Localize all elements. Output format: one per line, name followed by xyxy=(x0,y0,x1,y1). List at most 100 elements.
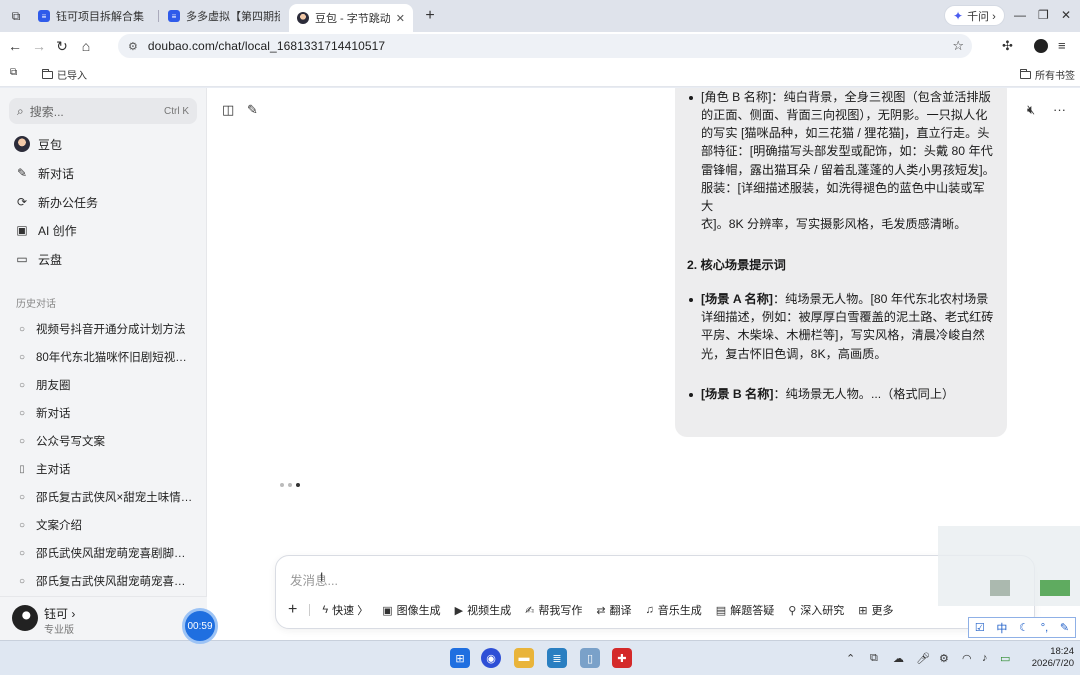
search-shortcut: Ctrl K xyxy=(164,105,189,117)
message-input[interactable]: 发消息... xyxy=(290,570,338,589)
home-icon[interactable]: ⌂ xyxy=(77,37,95,55)
red-app-icon[interactable]: ✚ xyxy=(612,648,632,668)
microphone-icon[interactable]: 🎤︎ xyxy=(916,652,930,665)
sidebar-item-cloud-drive[interactable]: ▭ 云盘 xyxy=(14,248,62,270)
history-title: 历史对话 xyxy=(16,299,56,310)
tab-2[interactable]: ≡ 多多虚拟【第四期招募】 xyxy=(160,4,288,28)
quick-mode-button[interactable]: ϟ 快速 〉 xyxy=(322,602,368,618)
back-icon[interactable]: ← xyxy=(6,37,24,55)
translate-button[interactable]: ⇄ 翻译 xyxy=(596,602,631,618)
sidebar-item-new-chat[interactable]: ✎ 新对话 xyxy=(14,162,74,184)
chat-bubble-icon: ○ xyxy=(18,379,26,391)
tab-switch-icon[interactable]: ⧉ xyxy=(10,67,17,78)
new-tab-button[interactable]: + xyxy=(420,6,440,26)
bullet-dot xyxy=(689,393,693,397)
sidebar-toggle-icon[interactable]: ◫ xyxy=(222,102,234,118)
history-item[interactable]: ○ 朋友圈 xyxy=(16,375,196,395)
mute-icon[interactable]: 🔇︎ xyxy=(1027,102,1035,118)
ime-punct-icon[interactable]: °, xyxy=(1041,622,1048,634)
tab-3-active[interactable]: 豆包 - 字节跳动旗下 ✕ xyxy=(289,4,413,32)
phone-app-icon[interactable]: ▯ xyxy=(580,648,600,668)
add-attachment-button[interactable]: + xyxy=(288,601,297,619)
image-gen-button[interactable]: ▣ 图像生成 xyxy=(382,602,440,618)
more-options-icon[interactable]: ··· xyxy=(1053,102,1066,117)
bookmark-imported[interactable]: 已导入 xyxy=(42,67,87,82)
sidebar: ⌕ 搜索... Ctrl K 豆包 ✎ 新对话 ⟳ 新办公任务 ▣ AI 创作 … xyxy=(0,88,207,640)
battery-icon[interactable]: ▭ xyxy=(1000,652,1010,665)
doubao-avatar-icon xyxy=(14,136,30,152)
text-cursor-icon: I xyxy=(320,570,324,584)
qianwen-ask-button[interactable]: ✦ 千问 › xyxy=(944,5,1005,26)
recording-timer-badge[interactable]: 00:59 xyxy=(182,608,218,644)
tab-1[interactable]: ≡ 钰可项目拆解合集【每日 xyxy=(30,4,158,28)
chat-bubble-icon: ○ xyxy=(18,323,26,335)
more-tools-button[interactable]: ⊞ 更多 xyxy=(858,602,893,618)
profile-avatar[interactable] xyxy=(1034,39,1048,53)
history-item[interactable]: ○ 邵氏复古武侠风甜宠萌宠喜剧脚... xyxy=(16,571,196,591)
history-item[interactable]: ○ 邵氏复古武侠风×甜宠土味情话... xyxy=(16,487,196,507)
history-item[interactable]: ○ 80年代东北猫咪怀旧剧短视频... xyxy=(16,347,196,367)
message-line: 的写实 [猫咪品种，如三花猫 / 狸花猫]，直立行走。头 xyxy=(701,126,990,141)
sidebar-item-office-task[interactable]: ⟳ 新办公任务 xyxy=(14,191,98,213)
tray-overflow-icon[interactable]: ⌃ xyxy=(846,652,855,665)
chat-bubble-icon: ○ xyxy=(18,435,26,447)
extensions-icon[interactable]: ✣ xyxy=(1002,38,1013,54)
browser-tab-strip: ⧉ ≡ 钰可项目拆解合集【每日 ≡ 多多虚拟【第四期招募】 豆包 - 字节跳动旗… xyxy=(0,0,1080,32)
tab-search-icon[interactable]: ⧉ xyxy=(6,6,26,26)
close-tab-icon[interactable]: ✕ xyxy=(396,12,405,25)
video-gen-button[interactable]: ▶ 视频生成 xyxy=(455,602,511,618)
sidebar-item-doubao[interactable]: 豆包 xyxy=(14,133,62,155)
start-menu-icon[interactable]: ⊞ xyxy=(450,648,470,668)
forward-icon[interactable]: → xyxy=(30,37,48,55)
toolbar-divider xyxy=(309,604,311,616)
reload-icon[interactable]: ↻ xyxy=(53,37,71,55)
tool-label: 视频生成 xyxy=(467,605,512,617)
history-item[interactable]: ○ 新对话 xyxy=(16,403,196,423)
file-explorer-icon[interactable]: ▬ xyxy=(514,648,534,668)
folder-icon xyxy=(1020,68,1031,79)
solve-button[interactable]: ▤ 解题答疑 xyxy=(716,602,774,618)
ime-check-icon[interactable]: ☑ xyxy=(975,621,985,634)
ime-toolbar[interactable]: ☑ 中 ☾ °, ✎ xyxy=(968,617,1076,638)
search-input[interactable]: ⌕ 搜索... Ctrl K xyxy=(9,98,197,124)
message-composer[interactable]: 发消息... I + ϟ 快速 〉 ▣ 图像生成 ▶ 视频生成 ✍ 帮我写作 ⇄ 翻译 ♫… xyxy=(275,555,1035,629)
wifi-icon[interactable]: ◠ xyxy=(962,652,972,665)
volume-icon[interactable]: ♪ xyxy=(982,652,988,664)
tray-settings-icon[interactable]: ⚙ xyxy=(939,652,949,665)
search-icon: ⌕ xyxy=(17,103,24,118)
history-item[interactable]: ▯ 主对话 xyxy=(16,459,196,479)
typing-dot xyxy=(280,483,284,487)
bookmark-star-icon[interactable]: ☆ xyxy=(952,38,964,54)
ime-moon-icon[interactable]: ☾ xyxy=(1019,621,1029,634)
close-window-icon[interactable]: ✕ xyxy=(1061,8,1071,22)
tray-app-icon[interactable]: ☁ xyxy=(893,652,904,665)
new-chat-icon[interactable]: ✎ xyxy=(247,102,258,118)
tray-app-icon[interactable]: ⧉ xyxy=(870,652,878,665)
url-input[interactable]: ⚙ doubao.com/chat/local_1681331714410517… xyxy=(118,34,972,58)
all-bookmarks[interactable]: 所有书签 xyxy=(1020,67,1075,82)
music-gen-button[interactable]: ♫ 音乐生成 xyxy=(646,602,702,618)
writing-button[interactable]: ✍ 帮我写作 xyxy=(525,602,582,618)
tool-label: 快速 〉 xyxy=(332,605,369,617)
history-item[interactable]: ○ 文案介绍 xyxy=(16,515,196,535)
site-info-icon[interactable]: ⚙ xyxy=(128,40,138,53)
deep-research-button[interactable]: ⚲ 深入研究 xyxy=(788,602,844,618)
search-placeholder: 搜索... xyxy=(29,104,64,119)
browser-app-icon[interactable]: ◉ xyxy=(481,648,501,668)
sidebar-item-label: 云盘 xyxy=(38,252,63,267)
menu-icon[interactable]: ≡ xyxy=(1058,38,1066,53)
history-item[interactable]: ○ 视频号抖音开通分成计划方法 xyxy=(16,319,196,339)
restore-icon[interactable]: ❐ xyxy=(1038,8,1049,22)
tab-favicon-icon: ≡ xyxy=(168,10,180,22)
notepad-app-icon[interactable]: ≣ xyxy=(547,648,567,668)
sidebar-item-ai-create[interactable]: ▣ AI 创作 xyxy=(14,219,76,241)
system-clock[interactable]: 18:24 2026/7/20 xyxy=(1022,646,1074,670)
minimize-icon[interactable]: — xyxy=(1014,8,1026,22)
user-profile[interactable]: 钰可 › 专业版 xyxy=(0,596,207,640)
ime-lang[interactable]: 中 xyxy=(996,620,1007,636)
history-item-label: 朋友圈 xyxy=(36,380,71,392)
history-item[interactable]: ○ 邵氏武侠风甜宠萌宠喜剧脚本（... xyxy=(16,543,196,563)
history-item[interactable]: ○ 公众号写文案 xyxy=(16,431,196,451)
ime-settings-icon[interactable]: ✎ xyxy=(1060,621,1069,634)
clock-time: 18:24 xyxy=(1050,646,1074,657)
